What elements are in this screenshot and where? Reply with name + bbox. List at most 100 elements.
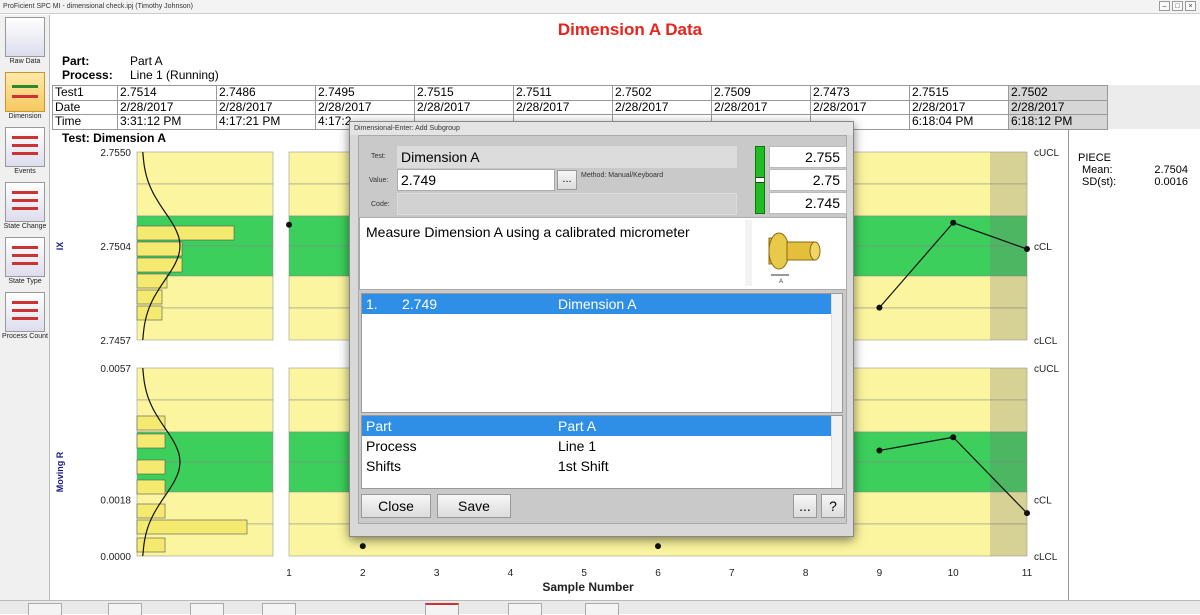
- search-icon[interactable]: [190, 603, 224, 615]
- grid-cell[interactable]: 2.7502: [1008, 85, 1108, 101]
- x-tick-label: 1: [286, 568, 292, 579]
- descriptor-value: Part A: [558, 418, 597, 434]
- grid-cell[interactable]: 2.7511: [513, 85, 613, 101]
- stats-title: PIECE: [1078, 152, 1112, 164]
- grid-row: Date 2/28/2017 2/28/2017 2/28/2017 2/28/2017…: [52, 99, 1108, 115]
- grid-cell[interactable]: 2/28/2017: [612, 99, 712, 115]
- grid-cell[interactable]: 2/28/2017: [216, 99, 316, 115]
- part-label: Part:: [62, 54, 90, 68]
- grid-cell[interactable]: 2.7495: [315, 85, 415, 101]
- sidebar-item-raw-data[interactable]: Raw Data: [1, 15, 49, 70]
- maximize-icon[interactable]: □: [1172, 1, 1183, 11]
- x-tick-label: 7: [729, 568, 735, 579]
- descriptor-row[interactable]: Part Part A: [362, 416, 832, 436]
- grid-row: Test1 2.7514 2.7486 2.7495 2.7515 2.7511 2.750…: [52, 85, 1108, 101]
- grid-cell[interactable]: 2.7514: [117, 85, 217, 101]
- grid-cell[interactable]: 2/28/2017: [117, 99, 217, 115]
- histogram-bar: [136, 415, 166, 431]
- grid-cell[interactable]: 3:31:12 PM: [117, 114, 217, 130]
- chart-icon[interactable]: [585, 603, 619, 615]
- x-tick-label: 2: [360, 568, 366, 579]
- y-tick-label: 0.0018: [100, 496, 131, 507]
- list-scrollbar[interactable]: [831, 294, 842, 412]
- grid-cell[interactable]: 4:17:21 PM: [216, 114, 316, 130]
- grid-cell[interactable]: 2/28/2017: [513, 99, 613, 115]
- page-title: Dimension A Data: [557, 20, 703, 39]
- grid-cell[interactable]: 2/28/2017: [810, 99, 910, 115]
- window-title-bar: ProFicient SPC MI - dimensional check.ip…: [0, 0, 1200, 14]
- window-controls: – □ ×: [1159, 1, 1196, 11]
- x-tick-label: 10: [948, 568, 960, 579]
- document-icon[interactable]: [262, 603, 296, 615]
- grid-cell[interactable]: 2/28/2017: [315, 99, 415, 115]
- save-button[interactable]: Save: [437, 494, 511, 518]
- target-icon[interactable]: [508, 603, 542, 615]
- histogram-bar: [136, 459, 166, 475]
- descriptor-value: 1st Shift: [558, 458, 609, 474]
- list-item[interactable]: 1. 2.749 Dimension A: [362, 294, 832, 314]
- grid-cell[interactable]: 2.7502: [612, 85, 712, 101]
- minimize-icon[interactable]: –: [1159, 1, 1170, 11]
- alarm-icon[interactable]: [425, 603, 459, 615]
- limit-label: cCL: [1034, 242, 1052, 253]
- y-tick-label: 2.7550: [100, 148, 131, 159]
- y-axis-label: Moving R: [55, 451, 65, 492]
- limit-label: cUCL: [1034, 148, 1059, 159]
- code-field[interactable]: [397, 193, 737, 215]
- description-scrollbar[interactable]: [745, 220, 752, 286]
- process-value: Line 1 (Running): [130, 68, 219, 82]
- grid-cell[interactable]: 2.7515: [909, 85, 1009, 101]
- histogram-bar: [136, 225, 235, 241]
- selected-sample-column: [990, 152, 1027, 340]
- grid-cell[interactable]: 2/28/2017: [711, 99, 811, 115]
- histogram-bar: [136, 433, 166, 449]
- grid-cell[interactable]: 2/28/2017: [414, 99, 514, 115]
- grid-cell[interactable]: 2.7473: [810, 85, 910, 101]
- dimension-icon: [5, 72, 45, 112]
- close-icon[interactable]: ×: [1185, 1, 1196, 11]
- grid-cell[interactable]: 6:18:04 PM: [909, 114, 1009, 130]
- y-tick-label: 0.0000: [100, 552, 131, 563]
- y-tick-label: 2.7504: [100, 242, 131, 253]
- x-tick-label: 11: [1022, 568, 1033, 579]
- limit-label: cUCL: [1034, 364, 1059, 375]
- mean-value: 2.7504: [1154, 164, 1188, 176]
- histogram-bar: [136, 479, 166, 495]
- grid-cell[interactable]: 2.7486: [216, 85, 316, 101]
- undo-icon[interactable]: [28, 603, 62, 615]
- help-button[interactable]: ?: [821, 494, 845, 518]
- value-browse-button[interactable]: ...: [557, 170, 577, 190]
- data-point: [1024, 510, 1030, 517]
- data-point: [359, 543, 366, 550]
- part-value: Part A: [130, 54, 163, 68]
- histogram-bar: [136, 289, 163, 305]
- more-button[interactable]: ...: [793, 494, 817, 518]
- value-input[interactable]: 2.749: [397, 169, 555, 191]
- grid-cell[interactable]: 6:18:12 PM: [1008, 114, 1108, 130]
- spec-limit-bar: [755, 146, 765, 214]
- close-button[interactable]: Close: [361, 494, 431, 518]
- grid-cell[interactable]: 2.7515: [414, 85, 514, 101]
- grid-row-header: Test1: [52, 85, 118, 101]
- descriptor-row[interactable]: Shifts 1st Shift: [362, 456, 832, 476]
- grid-cell[interactable]: 2/28/2017: [1008, 99, 1108, 115]
- stats-panel: PIECE Mean: 2.7504 SD(st): 0.0016: [1078, 152, 1188, 188]
- value-field-label: Value:: [369, 177, 389, 184]
- grid-cell[interactable]: 2.7509: [711, 85, 811, 101]
- descriptor-scrollbar[interactable]: [831, 416, 842, 488]
- grid-cell[interactable]: 2/28/2017: [909, 99, 1009, 115]
- subgroup-list: 1. 2.749 Dimension A: [361, 293, 843, 413]
- x-tick-label: 6: [655, 568, 661, 579]
- histogram-bar: [136, 537, 166, 553]
- descriptor-row[interactable]: Process Line 1: [362, 436, 832, 456]
- limit-label: cLCL: [1034, 336, 1058, 347]
- descriptor-label: Part: [366, 418, 392, 434]
- descriptor-label: Process: [366, 438, 417, 454]
- histogram-bar: [136, 241, 183, 257]
- redo-icon[interactable]: [108, 603, 142, 615]
- grid-scroll-area[interactable]: [1108, 85, 1200, 129]
- x-tick-label: 9: [877, 568, 883, 579]
- sidebar-item-dimension[interactable]: Dimension: [1, 70, 49, 125]
- divider: [1068, 130, 1069, 600]
- histogram-bar: [136, 519, 248, 535]
